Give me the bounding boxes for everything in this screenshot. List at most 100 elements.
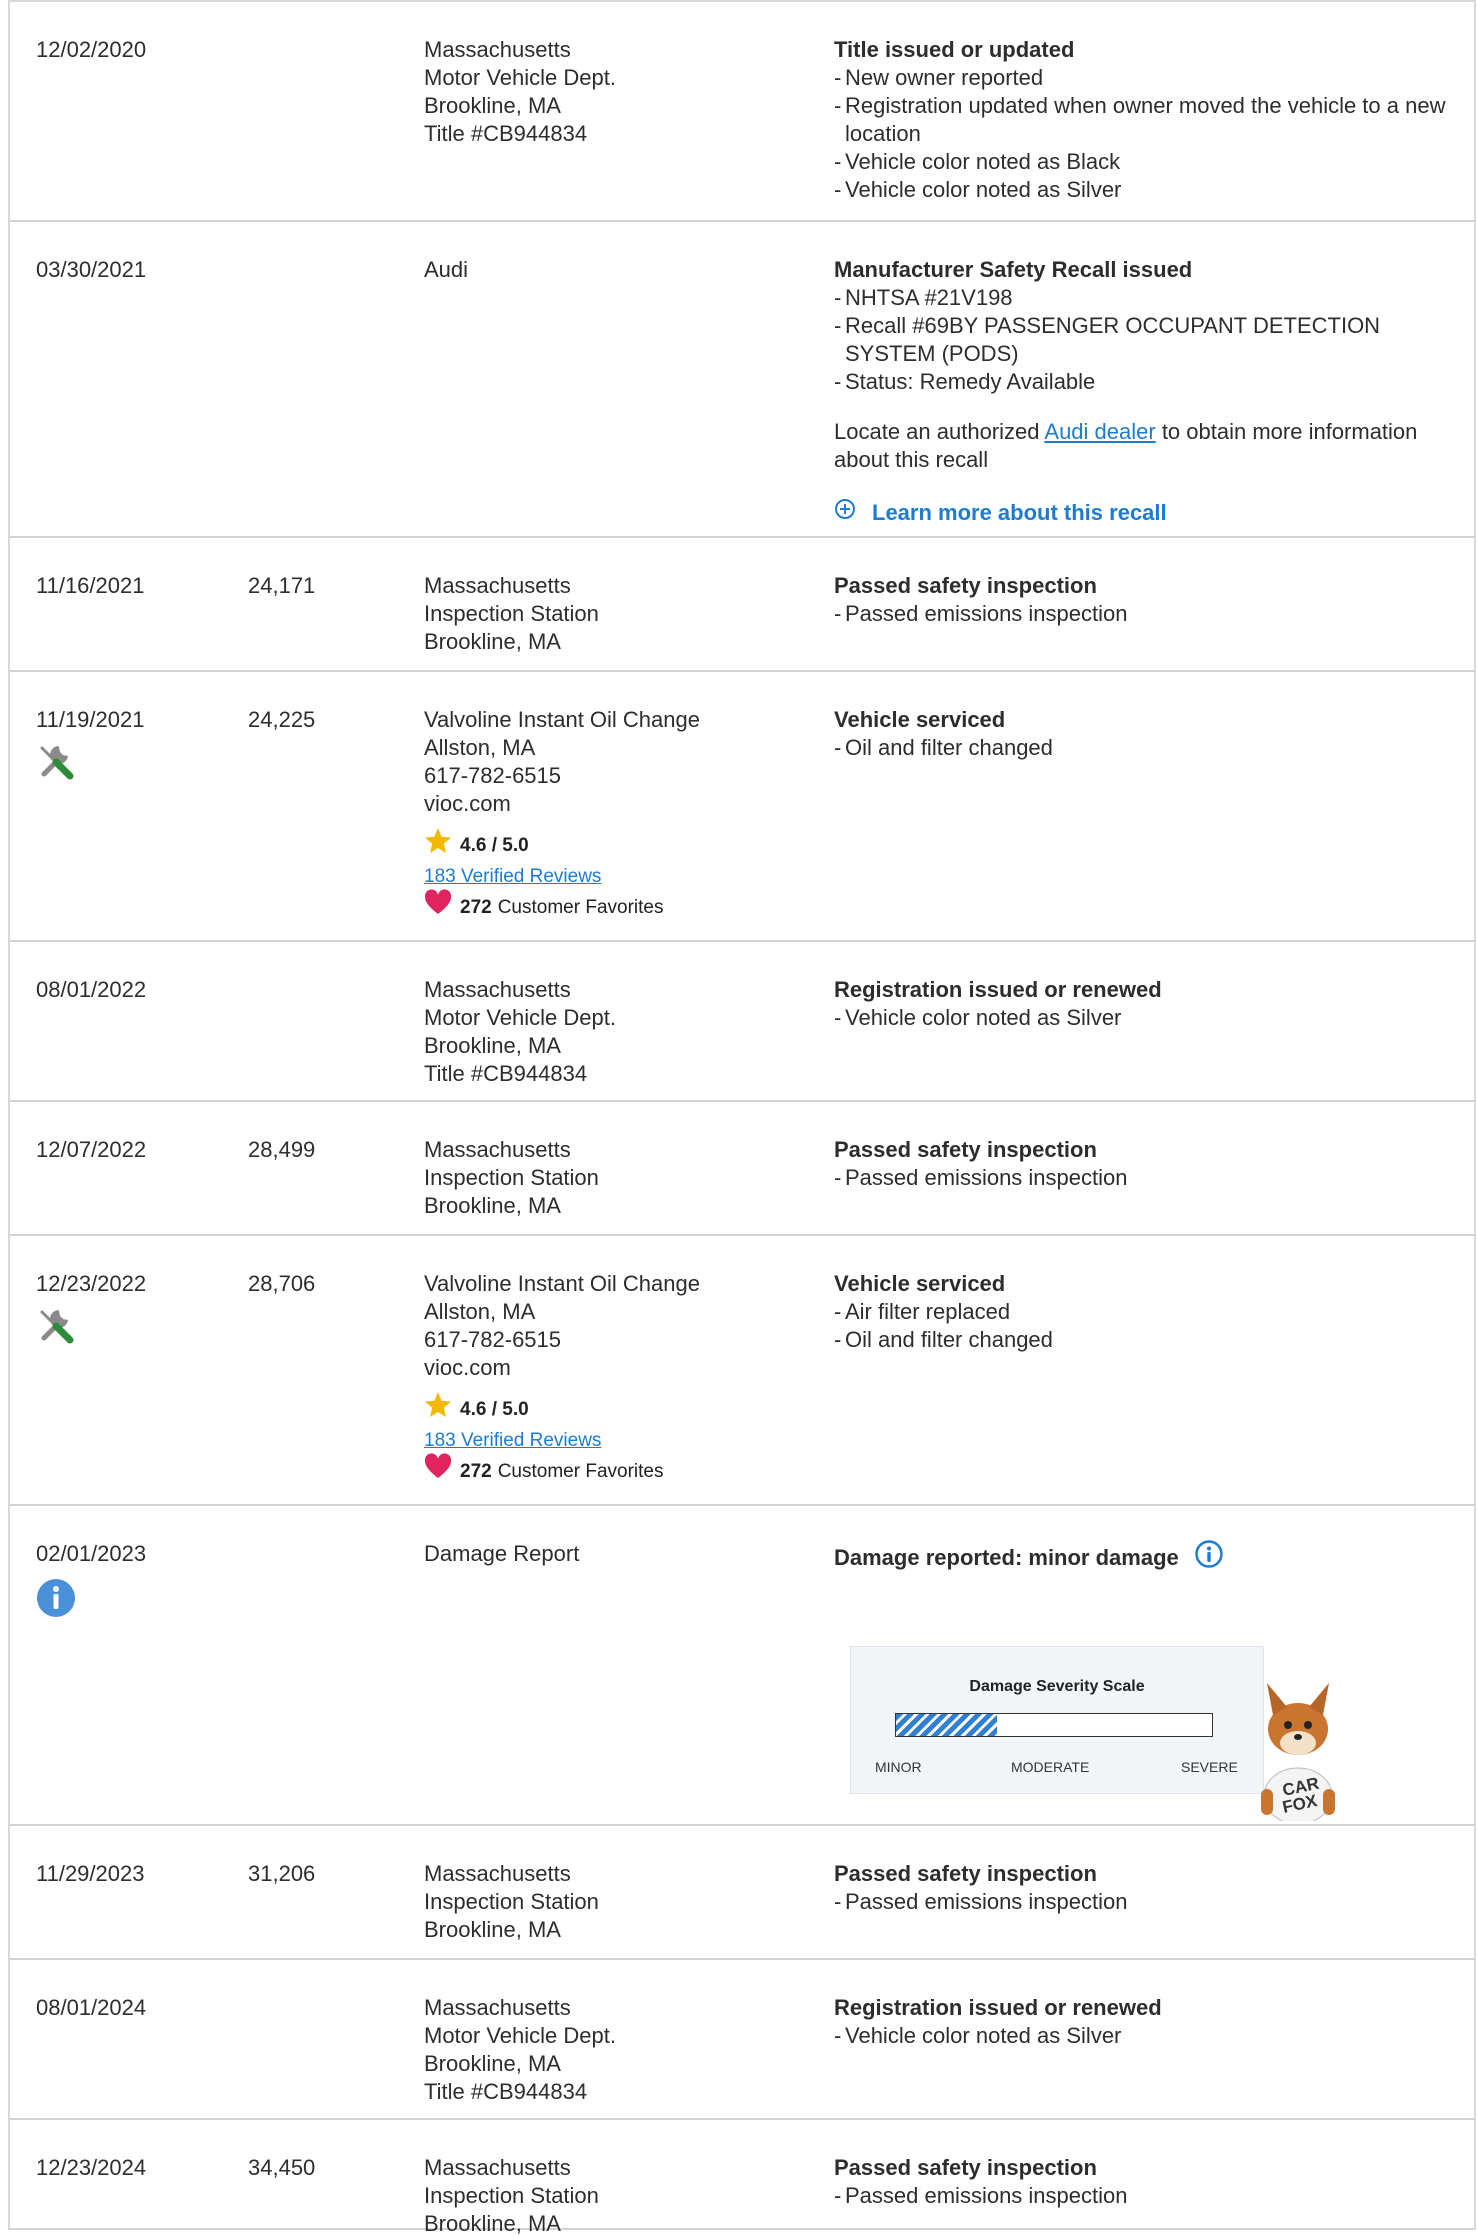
source-line: Title #CB944834: [424, 2079, 588, 2104]
source-cell: Massachusetts Motor Vehicle Dept. Brooklin…: [424, 976, 814, 1088]
verified-reviews-link[interactable]: 183 Verified Reviews: [424, 862, 601, 892]
odometer-reading: 34,450: [248, 2155, 316, 2180]
history-row: 12/02/2020 Massachusetts Motor Vehicle Dep…: [10, 2, 1474, 222]
date-cell: 12/23/2022: [36, 1270, 226, 1346]
info-icon: [36, 1578, 76, 1618]
date-cell: 11/16/2021: [36, 572, 226, 600]
record-title: Vehicle serviced: [834, 1271, 1006, 1296]
record-date: 12/23/2022: [36, 1271, 147, 1296]
history-row: 11/29/2023 31,206 Massachusetts Inspection …: [10, 1826, 1474, 1960]
source-line: Motor Vehicle Dept.: [424, 2023, 616, 2048]
detail-item: Passed emissions inspection: [834, 2182, 1454, 2210]
favorites-label: Customer Favorites: [497, 1460, 664, 1482]
audi-dealer-link[interactable]: Audi dealer: [1044, 419, 1155, 444]
record-title: Title issued or updated: [834, 37, 1075, 62]
date-cell: 08/01/2022: [36, 976, 226, 1004]
recall-note-before: Locate an authorized: [834, 419, 1045, 444]
record-title: Passed safety inspection: [834, 1861, 1097, 1886]
source-line: Brookline, MA: [424, 2211, 561, 2236]
source-line: Motor Vehicle Dept.: [424, 1005, 616, 1030]
service-wrench-icon: [36, 742, 76, 782]
source-line: 617-782-6515: [424, 763, 562, 788]
detail-item: Vehicle color noted as Black: [834, 148, 1454, 176]
learn-more-label[interactable]: Learn more about this recall: [872, 499, 1167, 527]
star-icon: [424, 1391, 460, 1429]
source-line: vioc.com: [424, 1355, 511, 1380]
source-line: Brookline, MA: [424, 1917, 561, 1942]
detail-item: NHTSA #21V198: [834, 284, 1454, 312]
detail-item: Vehicle color noted as Silver: [834, 176, 1454, 204]
record-date: 08/01/2022: [36, 977, 147, 1002]
source-line: Massachusetts: [424, 2155, 571, 2180]
detail-item: Recall #69BY PASSENGER OCCUPANT DETECTIO…: [834, 312, 1454, 368]
detail-item: Oil and filter changed: [834, 734, 1454, 762]
detail-item: Status: Remedy Available: [834, 368, 1454, 396]
record-date: 12/23/2024: [36, 2155, 147, 2180]
record-date: 08/01/2024: [36, 1995, 147, 2020]
record-date: 11/19/2021: [36, 707, 145, 732]
record-title: Manufacturer Safety Recall issued: [834, 257, 1193, 282]
source-line: Massachusetts: [424, 977, 571, 1002]
source-line: Brookline, MA: [424, 1033, 561, 1058]
comments-cell: Title issued or updatedNew owner reporte…: [834, 36, 1454, 204]
source-cell: Valvoline Instant Oil Change Allston, MA 6…: [424, 1270, 814, 1487]
date-cell: 02/01/2023: [36, 1540, 226, 1618]
source-cell: Massachusetts Inspection Station Brookline…: [424, 572, 814, 656]
detail-item: Passed emissions inspection: [834, 1888, 1454, 1916]
recall-note: Locate an authorized Audi dealer to obta…: [834, 418, 1454, 474]
source-line: Title #CB944834: [424, 1061, 588, 1086]
history-row: 08/01/2022 Massachusetts Motor Vehicle Dep…: [10, 942, 1474, 1102]
odometer-reading: 28,706: [248, 1271, 316, 1296]
record-title: Damage reported: minor damage: [834, 1544, 1179, 1570]
source-cell: Damage Report: [424, 1540, 814, 1568]
verified-reviews-link[interactable]: 183 Verified Reviews: [424, 1426, 601, 1456]
record-date: 12/02/2020: [36, 37, 147, 62]
carfox-mascot-icon: CAR FOX: [1243, 1671, 1353, 1825]
comments-cell: Passed safety inspectionPassed emissions…: [834, 1136, 1454, 1192]
favorites-line: 272 Customer Favorites: [424, 1452, 814, 1487]
severity-label: SEVERE: [1181, 1759, 1238, 1775]
source-cell: Massachusetts Motor Vehicle Dept. Brooklin…: [424, 1994, 814, 2106]
detail-item: New owner reported: [834, 64, 1454, 92]
record-date: 11/29/2023: [36, 1861, 145, 1886]
source-line: Massachusetts: [424, 1995, 571, 2020]
heart-icon: [424, 888, 460, 927]
favorites-label: Customer Favorites: [497, 896, 664, 918]
record-title: Passed safety inspection: [834, 1137, 1097, 1162]
odometer-cell: 24,171: [248, 572, 398, 600]
odometer-cell: 34,450: [248, 2154, 398, 2182]
odometer-reading: 28,499: [248, 1137, 316, 1162]
detail-item: Oil and filter changed: [834, 1326, 1454, 1354]
shop-rating: 4.6 / 5.0 183 Verified Reviews 272 Customer…: [424, 1391, 814, 1487]
reviews-line: 183 Verified Reviews: [424, 861, 814, 892]
source-line: Motor Vehicle Dept.: [424, 65, 616, 90]
source-line: Brookline, MA: [424, 629, 561, 654]
learn-more-recall-button[interactable]: Learn more about this recall: [834, 498, 1454, 527]
source-line: vioc.com: [424, 791, 511, 816]
rating-score-line: 4.6 / 5.0: [424, 1391, 814, 1425]
favorites-count: 272: [460, 1460, 492, 1482]
detail-item: Passed emissions inspection: [834, 600, 1454, 628]
favorites-line: 272 Customer Favorites: [424, 888, 814, 923]
damage-severity-scale: Damage Severity Scale MINOR MODERATE SEVERE…: [850, 1646, 1335, 1825]
info-outline-icon[interactable]: [1179, 1540, 1223, 1575]
history-row: 08/01/2024 Massachusetts Motor Vehicle Dep…: [10, 1960, 1474, 2120]
record-title: Passed safety inspection: [834, 2155, 1097, 2180]
odometer-cell: 24,225: [248, 706, 398, 734]
comments-cell: Passed safety inspectionPassed emissions…: [834, 572, 1454, 628]
rating-score: 4.6 / 5.0: [460, 834, 529, 856]
date-cell: 11/29/2023: [36, 1860, 226, 1888]
date-cell: 08/01/2024: [36, 1994, 226, 2022]
history-row: 12/23/2024 34,450 Massachusetts Inspection …: [10, 2120, 1474, 2236]
comments-cell: Passed safety inspectionPassed emissions…: [834, 1860, 1454, 1916]
record-date: 03/30/2021: [36, 257, 147, 282]
record-title: Passed safety inspection: [834, 573, 1097, 598]
comments-cell: Registration issued or renewedVehicle co…: [834, 1994, 1454, 2050]
source-line: Brookline, MA: [424, 2051, 561, 2076]
record-title: Registration issued or renewed: [834, 1995, 1162, 2020]
detail-item: Passed emissions inspection: [834, 1164, 1454, 1192]
comments-cell: Vehicle servicedAir filter replacedOil a…: [834, 1270, 1454, 1354]
reviews-line: 183 Verified Reviews: [424, 1425, 814, 1456]
record-date: 02/01/2023: [36, 1541, 147, 1566]
source-line: Massachusetts: [424, 1137, 571, 1162]
